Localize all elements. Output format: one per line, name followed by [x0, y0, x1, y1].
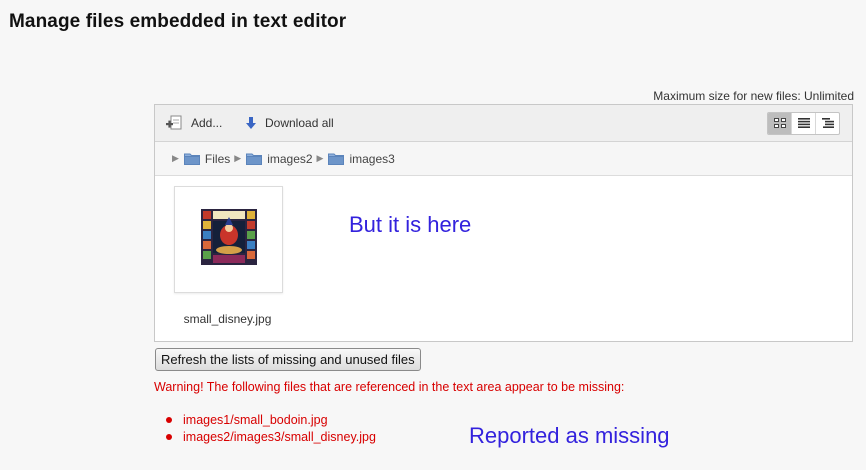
annotation-but-it-is-here: But it is here — [349, 212, 472, 237]
breadcrumb-arrow-icon: ▶ — [172, 153, 179, 163]
download-arrow-icon — [245, 116, 257, 130]
breadcrumb-item-images3[interactable]: images3 — [328, 151, 395, 166]
download-all-button[interactable]: Download all — [245, 105, 334, 141]
bullet-dot-icon — [166, 433, 172, 440]
file-manager-toolbar: Add... Download all — [155, 105, 852, 142]
file-manager: Add... Download all ▶ Files ▶ images2 ▶ … — [154, 104, 853, 342]
view-icons-button[interactable] — [768, 113, 791, 134]
breadcrumb-label: Files — [204, 151, 231, 166]
view-icons-icon — [773, 115, 786, 133]
annotation-reported-as-missing: Reported as missing — [469, 423, 670, 448]
file-name[interactable]: small_disney.jpg — [162, 312, 293, 326]
missing-file-path: images1/small_bodoin.jpg — [183, 412, 328, 427]
view-list-button[interactable] — [791, 113, 815, 134]
missing-files-list: images1/small_bodoin.jpg images2/images3… — [166, 411, 376, 445]
folder-icon — [246, 152, 263, 165]
folder-icon — [183, 152, 200, 165]
max-file-size-label: Maximum size for new files: Unlimited — [653, 89, 854, 103]
breadcrumb-arrow-icon: ▶ — [316, 153, 324, 163]
breadcrumb-arrow-icon: ▶ — [234, 153, 242, 163]
view-tree-icon — [821, 115, 834, 133]
refresh-lists-button[interactable]: Refresh the lists of missing and unused … — [155, 348, 421, 371]
disney-thumbnail — [200, 209, 257, 270]
file-tile[interactable] — [174, 186, 283, 293]
missing-files-warning: Warning! The following files that are re… — [154, 380, 625, 394]
view-toggle-group — [767, 112, 840, 135]
folder-breadcrumb: ▶ Files ▶ images2 ▶ images3 — [155, 142, 852, 176]
add-file-icon — [165, 115, 183, 131]
folder-icon — [328, 152, 345, 165]
page-title: Manage files embedded in text editor — [9, 11, 347, 32]
add-file-button[interactable]: Add... — [165, 105, 222, 141]
view-tree-button[interactable] — [815, 113, 839, 134]
missing-file-path: images2/images3/small_disney.jpg — [183, 429, 376, 444]
add-file-label: Add... — [191, 116, 223, 130]
breadcrumb-label: images3 — [349, 151, 395, 166]
bullet-dot-icon — [166, 416, 172, 423]
breadcrumb-item-files[interactable]: Files — [183, 151, 231, 166]
file-area: small_disney.jpg — [155, 176, 852, 342]
download-all-label: Download all — [265, 116, 334, 130]
missing-file-item: images2/images3/small_disney.jpg — [166, 428, 376, 445]
breadcrumb-item-images2[interactable]: images2 — [246, 151, 313, 166]
view-list-icon — [797, 115, 810, 133]
missing-file-item: images1/small_bodoin.jpg — [166, 411, 376, 428]
breadcrumb-label: images2 — [267, 151, 313, 166]
